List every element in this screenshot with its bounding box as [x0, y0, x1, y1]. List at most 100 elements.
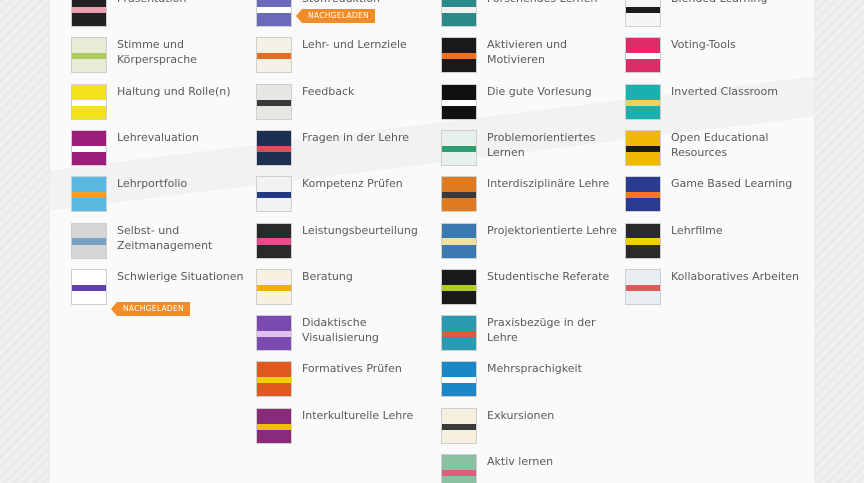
- topic-label[interactable]: Fragen in der Lehre: [302, 130, 432, 145]
- topic-thumbnail[interactable]: [71, 0, 107, 27]
- topic-thumbnail[interactable]: [625, 37, 661, 74]
- topic-label[interactable]: Problemorientiertes Lernen: [487, 130, 617, 160]
- topic-item[interactable]: Feedback: [256, 83, 431, 124]
- topic-item[interactable]: Präsentation: [71, 0, 246, 31]
- topic-item[interactable]: Aktivieren und Motivieren: [441, 37, 616, 77]
- topic-thumbnail[interactable]: [625, 129, 661, 166]
- topic-item[interactable]: Blended Learning: [625, 0, 800, 31]
- topic-thumbnail[interactable]: [256, 83, 292, 120]
- topic-item[interactable]: Projektorientierte Lehre: [441, 222, 617, 263]
- topic-item[interactable]: Lehrevaluation: [71, 129, 247, 170]
- topic-thumbnail[interactable]: [441, 454, 477, 483]
- topic-thumbnail[interactable]: [256, 315, 292, 352]
- topic-item[interactable]: Stoffreduktion NACHGELADEN: [256, 0, 431, 31]
- topic-thumbnail[interactable]: [625, 83, 661, 120]
- topic-label[interactable]: Voting-Tools: [671, 37, 801, 52]
- topic-label[interactable]: Lehrevaluation: [117, 130, 247, 145]
- topic-thumbnail[interactable]: [71, 129, 107, 166]
- topic-thumbnail[interactable]: [441, 315, 477, 352]
- topic-label[interactable]: Lehr- und Lernziele: [302, 37, 432, 52]
- topic-thumbnail[interactable]: [71, 222, 107, 259]
- topic-item[interactable]: Kompetenz Prüfen: [256, 176, 431, 216]
- topic-item[interactable]: Praxisbezüge in der Lehre: [441, 315, 616, 355]
- topic-label[interactable]: Studentische Referate: [487, 269, 617, 284]
- topic-item[interactable]: Aktiv lernen: [441, 454, 616, 483]
- topic-thumbnail[interactable]: [71, 176, 107, 213]
- topic-label[interactable]: Mehrsprachigkeit: [487, 361, 617, 376]
- topic-item[interactable]: Didaktische Visualisierung: [256, 315, 431, 355]
- topic-label[interactable]: Aktivieren und Motivieren: [487, 37, 617, 67]
- topic-item[interactable]: Lehrfilme: [625, 222, 800, 263]
- topic-thumbnail[interactable]: [71, 268, 107, 305]
- topic-label[interactable]: Interkulturelle Lehre: [302, 408, 432, 423]
- topic-label[interactable]: Die gute Vorlesung: [487, 84, 617, 99]
- topic-thumbnail[interactable]: [441, 83, 477, 120]
- topic-thumbnail[interactable]: [71, 37, 107, 74]
- topic-label[interactable]: Kollaboratives Arbeiten: [671, 269, 801, 284]
- topic-thumbnail[interactable]: [625, 222, 661, 259]
- topic-thumbnail[interactable]: [625, 0, 661, 27]
- topic-item[interactable]: Formatives Prüfen: [256, 361, 431, 401]
- topic-thumbnail[interactable]: [256, 361, 292, 398]
- topic-label[interactable]: Stimme und Körpersprache: [117, 37, 247, 67]
- topic-item[interactable]: Voting-Tools: [625, 37, 800, 77]
- topic-item[interactable]: Die gute Vorlesung: [441, 83, 617, 124]
- topic-label[interactable]: Kompetenz Prüfen: [302, 176, 432, 191]
- topic-thumbnail[interactable]: [256, 37, 292, 74]
- topic-label[interactable]: Inverted Classroom: [671, 84, 801, 99]
- topic-thumbnail[interactable]: [256, 0, 292, 27]
- topic-item[interactable]: Fragen in der Lehre: [256, 129, 432, 170]
- topic-thumbnail[interactable]: [256, 268, 292, 305]
- topic-label[interactable]: Haltung und Rolle(n): [117, 84, 247, 99]
- topic-item[interactable]: Open Educational Resources: [625, 129, 801, 170]
- topic-thumbnail[interactable]: [441, 0, 477, 27]
- topic-label[interactable]: Exkursionen: [487, 408, 617, 423]
- topic-item[interactable]: Stimme und Körpersprache: [71, 37, 246, 77]
- topic-label[interactable]: Praxisbezüge in der Lehre: [487, 315, 617, 345]
- topic-thumbnail[interactable]: [441, 222, 477, 259]
- topic-thumbnail[interactable]: [256, 222, 292, 259]
- topic-thumbnail[interactable]: [625, 176, 661, 213]
- topic-label[interactable]: Formatives Prüfen: [302, 361, 432, 376]
- topic-label[interactable]: Interdisziplinäre Lehre: [487, 176, 617, 191]
- topic-label[interactable]: Blended Learning: [671, 0, 801, 6]
- topic-label[interactable]: Game Based Learning: [671, 176, 801, 191]
- topic-item[interactable]: Studentische Referate: [441, 268, 617, 309]
- topic-item[interactable]: Exkursionen: [441, 407, 617, 448]
- topic-item[interactable]: Interdisziplinäre Lehre: [441, 176, 616, 216]
- topic-label[interactable]: Open Educational Resources: [671, 130, 801, 160]
- topic-thumbnail[interactable]: [256, 407, 292, 444]
- topic-thumbnail[interactable]: [441, 37, 477, 74]
- topic-item[interactable]: Inverted Classroom: [625, 83, 801, 124]
- topic-thumbnail[interactable]: [625, 268, 661, 305]
- topic-item[interactable]: Game Based Learning: [625, 176, 800, 216]
- topic-thumbnail[interactable]: [441, 268, 477, 305]
- topic-item[interactable]: Haltung und Rolle(n): [71, 83, 247, 124]
- topic-thumbnail[interactable]: [256, 129, 292, 166]
- topic-label[interactable]: Didaktische Visualisierung: [302, 315, 432, 345]
- topic-item[interactable]: Leistungsbeurteilung: [256, 222, 432, 263]
- topic-thumbnail[interactable]: [71, 83, 107, 120]
- topic-label[interactable]: Leistungsbeurteilung: [302, 223, 432, 238]
- topic-item[interactable]: Kollaboratives Arbeiten: [625, 268, 801, 309]
- topic-label[interactable]: Aktiv lernen: [487, 454, 617, 469]
- topic-item[interactable]: Schwierige Situationen NACHGELADEN: [71, 268, 246, 316]
- topic-item[interactable]: Lehr- und Lernziele: [256, 37, 431, 77]
- topic-item[interactable]: Selbst- und Zeitmanagement: [71, 222, 247, 263]
- topic-item[interactable]: Problemorientiertes Lernen: [441, 129, 617, 170]
- topic-item[interactable]: Lehrportfolio: [71, 176, 246, 216]
- topic-label[interactable]: Projektorientierte Lehre: [487, 223, 617, 238]
- topic-thumbnail[interactable]: [441, 361, 477, 398]
- topic-label[interactable]: Forschendes Lernen: [487, 0, 617, 6]
- topic-thumbnail[interactable]: [441, 129, 477, 166]
- topic-item[interactable]: Interkulturelle Lehre: [256, 407, 432, 448]
- topic-label[interactable]: Präsentation: [117, 0, 247, 6]
- topic-item[interactable]: Mehrsprachigkeit: [441, 361, 616, 401]
- topic-item[interactable]: Beratung: [256, 268, 432, 309]
- topic-item[interactable]: Forschendes Lernen: [441, 0, 616, 31]
- topic-label[interactable]: Selbst- und Zeitmanagement: [117, 223, 247, 253]
- topic-thumbnail[interactable]: [441, 176, 477, 213]
- topic-label[interactable]: Stoffreduktion: [302, 0, 432, 6]
- topic-thumbnail[interactable]: [256, 176, 292, 213]
- topic-label[interactable]: Beratung: [302, 269, 432, 284]
